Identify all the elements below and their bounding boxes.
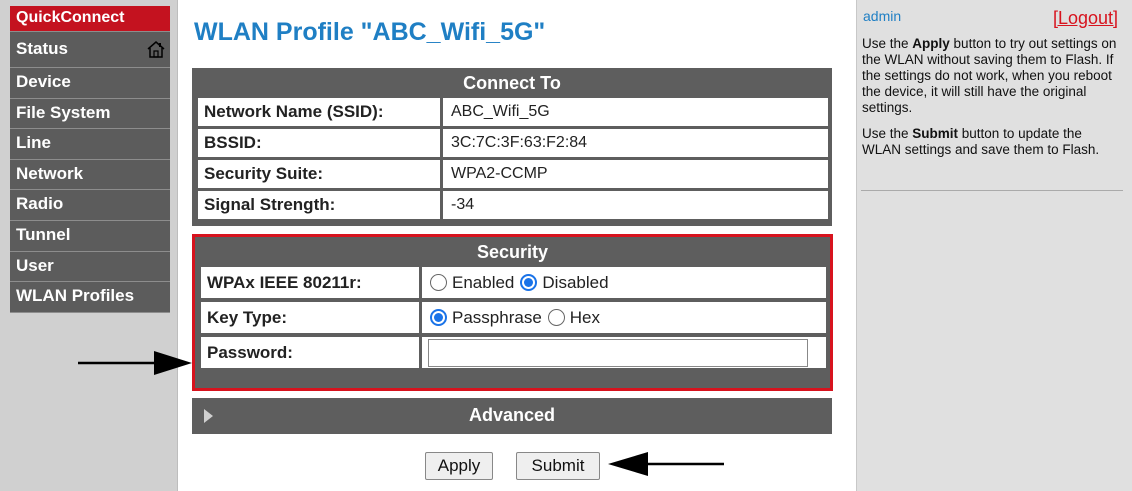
- sidebar-nav: QuickConnect Status Device File System L…: [10, 6, 170, 313]
- table-row: BSSID: 3C:7C:3F:63:F2:84: [198, 129, 828, 157]
- key-type-label: Key Type:: [201, 302, 419, 333]
- signal-strength-value: -34: [443, 191, 828, 219]
- help-submit-keyword: Submit: [912, 126, 959, 141]
- hex-radio[interactable]: [547, 309, 565, 326]
- sidebar-item-label: Status: [16, 39, 68, 58]
- wpax-disabled-radio[interactable]: [520, 274, 538, 291]
- connect-to-header: Connect To: [463, 73, 561, 93]
- sidebar-item-label: Device: [16, 72, 71, 91]
- arrow-right-icon: [78, 351, 192, 375]
- sidebar-item-status[interactable]: Status: [10, 32, 170, 68]
- passphrase-radio[interactable]: [430, 309, 447, 326]
- home-icon[interactable]: [146, 40, 166, 58]
- sidebar-item-label: QuickConnect: [16, 9, 125, 26]
- passphrase-label[interactable]: Passphrase: [452, 302, 542, 333]
- password-label: Password:: [201, 337, 419, 368]
- wpax-label: WPAx IEEE 80211r:: [201, 267, 419, 298]
- ssid-value: ABC_Wifi_5G: [443, 98, 828, 126]
- table-row: Network Name (SSID): ABC_Wifi_5G: [198, 98, 828, 126]
- help-text-fragment: Use the: [862, 126, 913, 141]
- apply-button[interactable]: Apply: [425, 452, 493, 480]
- sidebar-item-network[interactable]: Network: [10, 159, 170, 191]
- sidebar-item-file-system[interactable]: File System: [10, 98, 170, 130]
- page-title: WLAN Profile "ABC_Wifi_5G": [194, 18, 546, 46]
- connect-to-section: Connect To Network Name (SSID): ABC_Wifi…: [192, 68, 832, 226]
- ssid-label: Network Name (SSID):: [198, 98, 440, 126]
- security-header: Security: [476, 242, 549, 262]
- sidebar-item-label: User: [16, 255, 54, 275]
- table-row: WPAx IEEE 80211r: Enabled Disabled: [201, 267, 826, 298]
- wpax-disabled-label[interactable]: Disabled: [542, 267, 608, 298]
- wpax-enabled-label[interactable]: Enabled: [452, 267, 514, 298]
- table-row: Signal Strength: -34: [198, 191, 828, 219]
- help-apply-keyword: Apply: [912, 36, 950, 51]
- username-label: admin: [863, 8, 902, 24]
- password-input[interactable]: [428, 338, 808, 367]
- sidebar-item-line[interactable]: Line: [10, 129, 170, 160]
- sidebar-item-label: Tunnel: [16, 224, 71, 244]
- divider: [861, 190, 1123, 191]
- sidebar-item-quickconnect[interactable]: QuickConnect: [10, 6, 170, 32]
- wpax-options: Enabled Disabled: [422, 267, 826, 298]
- security-section: Security WPAx IEEE 80211r: Enabled Disab…: [195, 237, 830, 388]
- hex-label[interactable]: Hex: [570, 302, 600, 333]
- signal-strength-label: Signal Strength:: [198, 191, 440, 219]
- sidebar: QuickConnect Status Device File System L…: [0, 0, 178, 491]
- advanced-section[interactable]: Advanced: [192, 398, 832, 434]
- logout-link[interactable]: [Logout]: [1053, 8, 1118, 29]
- sidebar-item-wlan-profiles[interactable]: WLAN Profiles: [10, 282, 170, 313]
- help-text: Use the Apply button to try out settings…: [862, 36, 1124, 168]
- sidebar-item-radio[interactable]: Radio: [10, 190, 170, 221]
- triangle-right-icon[interactable]: [204, 409, 213, 423]
- key-type-options: Passphrase Hex: [422, 302, 826, 333]
- help-submit-paragraph: Use the Submit button to update the WLAN…: [862, 126, 1124, 158]
- arrow-left-icon: [608, 452, 724, 476]
- sidebar-item-label: WLAN Profiles: [16, 286, 135, 306]
- submit-button[interactable]: Submit: [516, 452, 600, 480]
- table-row: Key Type: Passphrase Hex: [201, 302, 826, 333]
- sidebar-item-tunnel[interactable]: Tunnel: [10, 220, 170, 252]
- sidebar-item-label: File System: [16, 102, 111, 122]
- advanced-header[interactable]: Advanced: [192, 398, 832, 434]
- sidebar-item-device[interactable]: Device: [10, 68, 170, 99]
- table-row: Password:: [201, 337, 826, 368]
- wpax-enabled-radio[interactable]: [430, 274, 447, 291]
- security-suite-value: WPA2-CCMP: [443, 160, 828, 188]
- security-suite-label: Security Suite:: [198, 160, 440, 188]
- sidebar-item-label: Radio: [16, 194, 64, 214]
- help-apply-paragraph: Use the Apply button to try out settings…: [862, 36, 1124, 116]
- bssid-value: 3C:7C:3F:63:F2:84: [443, 129, 828, 157]
- sidebar-item-label: Line: [16, 133, 51, 153]
- password-cell: [422, 337, 826, 368]
- bssid-label: BSSID:: [198, 129, 440, 157]
- help-panel: admin [Logout] Use the Apply button to t…: [856, 0, 1132, 491]
- sidebar-item-label: Network: [16, 163, 84, 183]
- help-text-fragment: Use the: [862, 36, 913, 51]
- table-row: Security Suite: WPA2-CCMP: [198, 160, 828, 188]
- sidebar-item-user[interactable]: User: [10, 251, 170, 283]
